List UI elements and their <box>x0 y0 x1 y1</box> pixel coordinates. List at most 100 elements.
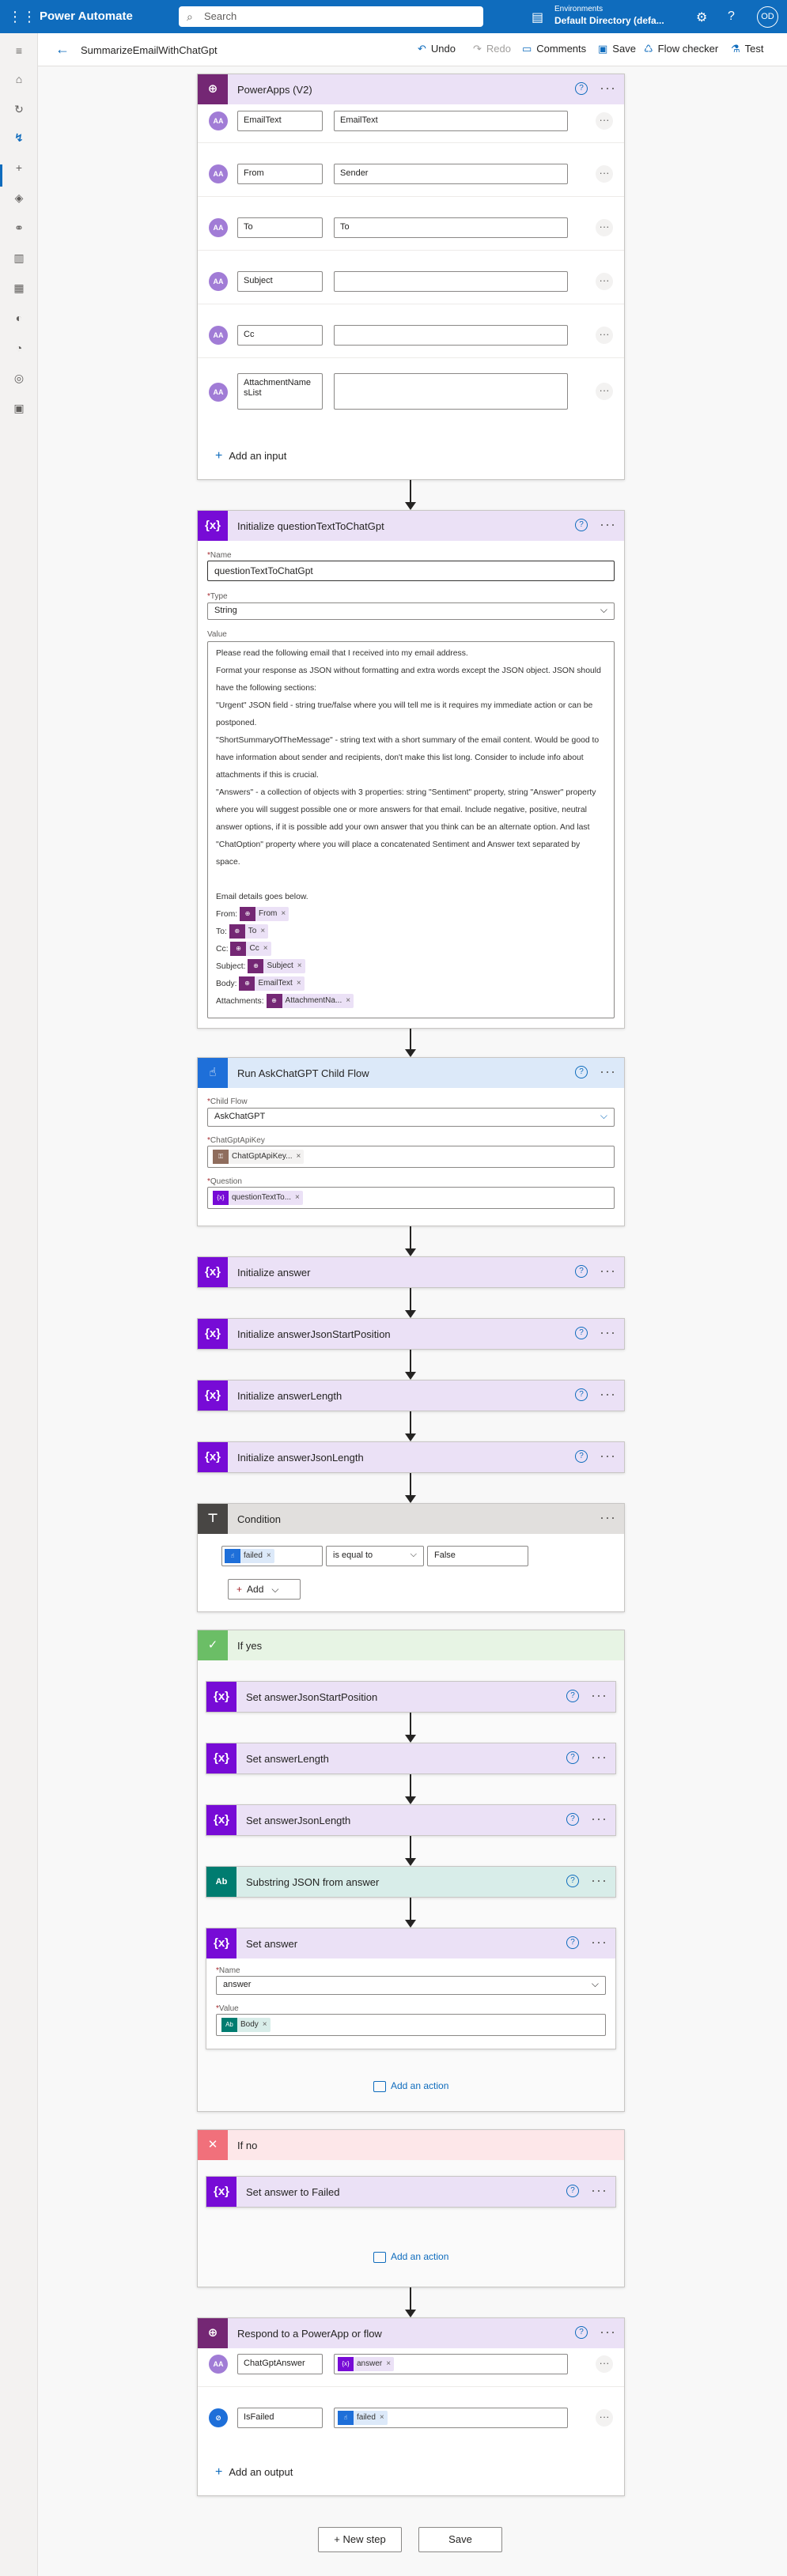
add-input-link[interactable]: + Add an input <box>215 449 286 463</box>
help-icon[interactable]: ? <box>575 1066 588 1078</box>
step-header[interactable]: {x} Set answerJsonLength ? ··· <box>206 1805 615 1835</box>
trigger-card[interactable]: ⊕ PowerApps (V2) ? ··· AA EmailText Emai… <box>197 74 625 480</box>
search-input[interactable]: ⌕ Search <box>179 6 483 27</box>
more-options-icon[interactable]: ··· <box>600 1387 616 1401</box>
undo-button[interactable]: ↶ Undo <box>418 43 456 55</box>
home-icon[interactable]: ⌂ <box>9 70 28 89</box>
remove-token-icon[interactable]: × <box>346 996 350 1005</box>
more-options-icon[interactable]: ··· <box>596 219 613 236</box>
step-header[interactable]: {x} Initialize answerJsonStartPosition ?… <box>198 1319 624 1349</box>
dynamic-token[interactable]: ⊕ AttachmentNa... × <box>266 994 354 1009</box>
more-options-icon[interactable]: ··· <box>600 81 616 95</box>
help-icon[interactable]: ? <box>575 1450 588 1463</box>
param-name[interactable]: To <box>237 217 323 238</box>
help-icon[interactable]: ? <box>575 1388 588 1401</box>
data-icon[interactable]: ▥ <box>9 248 28 267</box>
more-options-icon[interactable]: ··· <box>600 517 616 531</box>
more-options-icon[interactable]: ··· <box>596 2409 613 2427</box>
if-no-header[interactable]: ✕ If no <box>198 2130 624 2160</box>
help-icon[interactable]: ? <box>566 1690 579 1702</box>
dynamic-token[interactable]: ☝ failed × <box>225 1549 274 1563</box>
my-flows-icon[interactable]: ↯ <box>9 128 28 147</box>
name-dropdown[interactable]: answer ⌵ <box>216 1976 606 1995</box>
dynamic-token[interactable]: ⚿ ChatGptApiKey... × <box>213 1150 305 1164</box>
remove-token-icon[interactable]: × <box>297 961 302 970</box>
new-step-button[interactable]: + New step <box>318 2527 402 2552</box>
help-icon[interactable]: ? <box>566 1813 579 1826</box>
remove-token-icon[interactable]: × <box>297 979 301 988</box>
more-options-icon[interactable]: ··· <box>600 1064 616 1078</box>
param-name[interactable]: EmailText <box>237 111 323 131</box>
more-options-icon[interactable]: ··· <box>596 165 613 183</box>
respond-card[interactable]: ⊕ Respond to a PowerApp or flow ? ··· AA… <box>197 2317 625 2496</box>
dynamic-token[interactable]: ⊕ EmailText × <box>239 976 305 991</box>
add-condition-button[interactable]: + Add ⌵ <box>228 1579 301 1600</box>
question-field[interactable]: {x} questionTextTo... × <box>207 1187 615 1209</box>
condition-right-operand[interactable]: False <box>427 1546 528 1566</box>
learn-icon[interactable]: ▣ <box>9 398 28 417</box>
more-options-icon[interactable]: ··· <box>591 1750 607 1764</box>
condition-left-operand[interactable]: ☝ failed × <box>221 1546 323 1566</box>
param-value[interactable]: To <box>334 217 568 238</box>
flow-checker-button[interactable]: ♺ Flow checker <box>644 43 718 55</box>
remove-token-icon[interactable]: × <box>263 944 268 953</box>
dynamic-token[interactable]: ⊕ Cc × <box>230 942 271 957</box>
app-name[interactable]: Power Automate <box>40 9 133 23</box>
add-action-link[interactable]: Add an action <box>373 2251 448 2263</box>
condition-card[interactable]: ⊤ Condition ··· ☝ failed × is equal to ⌵ Fa… <box>197 1503 625 1612</box>
substring-card[interactable]: Ab Substring JSON from answer ? ··· <box>206 1866 616 1898</box>
condition-header[interactable]: ⊤ Condition ··· <box>198 1504 624 1534</box>
more-options-icon[interactable]: ··· <box>596 2355 613 2373</box>
ai-builder-icon[interactable]: ◐ <box>9 308 28 327</box>
settings-icon[interactable]: ⚙ <box>696 9 707 25</box>
set-answer-card[interactable]: {x} Set answer ? ··· *Name answer ⌵ *Valu… <box>206 1928 616 2049</box>
environment-name[interactable]: Default Directory (defa... <box>554 15 664 26</box>
remove-token-icon[interactable]: × <box>297 1152 301 1161</box>
test-button[interactable]: ⚗ Test <box>731 43 764 55</box>
help-icon[interactable]: ? <box>728 9 735 24</box>
value-field[interactable]: Ab Body × <box>216 2014 606 2036</box>
avatar[interactable]: OD <box>757 6 778 28</box>
step-header[interactable]: {x} Initialize answerJsonLength ? ··· <box>198 1442 624 1472</box>
more-options-icon[interactable]: ··· <box>591 1811 607 1826</box>
dynamic-token[interactable]: ☝ failed × <box>338 2411 388 2425</box>
dynamic-token[interactable]: ⊕ Subject × <box>248 959 305 974</box>
create-icon[interactable]: + <box>9 158 28 177</box>
trigger-header[interactable]: ⊕ PowerApps (V2) ? ··· <box>198 74 624 104</box>
more-options-icon[interactable]: ··· <box>600 1449 616 1463</box>
output-name[interactable]: ChatGptAnswer <box>237 2354 323 2374</box>
param-name[interactable]: Cc <box>237 325 323 346</box>
param-value[interactable] <box>334 373 568 410</box>
type-dropdown[interactable]: String ⌵ <box>207 602 615 620</box>
more-options-icon[interactable]: ··· <box>591 1935 607 1949</box>
param-name[interactable]: From <box>237 164 323 184</box>
param-name[interactable]: Subject <box>237 271 323 292</box>
dynamic-token[interactable]: ⊕ To × <box>229 924 269 939</box>
init-answer-card[interactable]: {x} Initialize answer ? ··· <box>197 1256 625 1288</box>
init-json-length-card[interactable]: {x} Initialize answerJsonLength ? ··· <box>197 1441 625 1473</box>
help-icon[interactable]: ? <box>575 1327 588 1339</box>
add-output-link[interactable]: + Add an output <box>215 2465 293 2480</box>
dynamic-token[interactable]: {x} questionTextTo... × <box>213 1191 303 1205</box>
more-options-icon[interactable]: ··· <box>596 383 613 400</box>
comments-button[interactable]: ▭ Comments <box>522 43 586 55</box>
init-question-header[interactable]: {x} Initialize questionTextToChatGpt ? ·… <box>198 511 624 541</box>
step-header[interactable]: Ab Substring JSON from answer ? ··· <box>206 1867 615 1897</box>
step-header[interactable]: {x} Set answer ? ··· <box>206 1928 615 1958</box>
remove-token-icon[interactable]: × <box>267 1551 271 1560</box>
more-options-icon[interactable]: ··· <box>600 1325 616 1339</box>
more-options-icon[interactable]: ··· <box>591 1873 607 1887</box>
remove-token-icon[interactable]: × <box>386 2359 391 2368</box>
init-question-card[interactable]: {x} Initialize questionTextToChatGpt ? ·… <box>197 510 625 1029</box>
output-name[interactable]: IsFailed <box>237 2408 323 2428</box>
param-value[interactable]: Sender <box>334 164 568 184</box>
more-options-icon[interactable]: ··· <box>596 273 613 290</box>
init-answer-length-card[interactable]: {x} Initialize answerLength ? ··· <box>197 1380 625 1411</box>
set-json-start-card[interactable]: {x} Set answerJsonStartPosition ? ··· <box>206 1681 616 1713</box>
monitor-icon[interactable]: ▦ <box>9 278 28 297</box>
help-icon[interactable]: ? <box>575 519 588 531</box>
environment-icon[interactable]: ▤ <box>532 9 543 25</box>
step-header[interactable]: {x} Set answerJsonStartPosition ? ··· <box>206 1682 615 1712</box>
child-flow-dropdown[interactable]: AskChatGPT ⌵ <box>207 1108 615 1127</box>
dynamic-token[interactable]: Ab Body × <box>221 2018 271 2032</box>
